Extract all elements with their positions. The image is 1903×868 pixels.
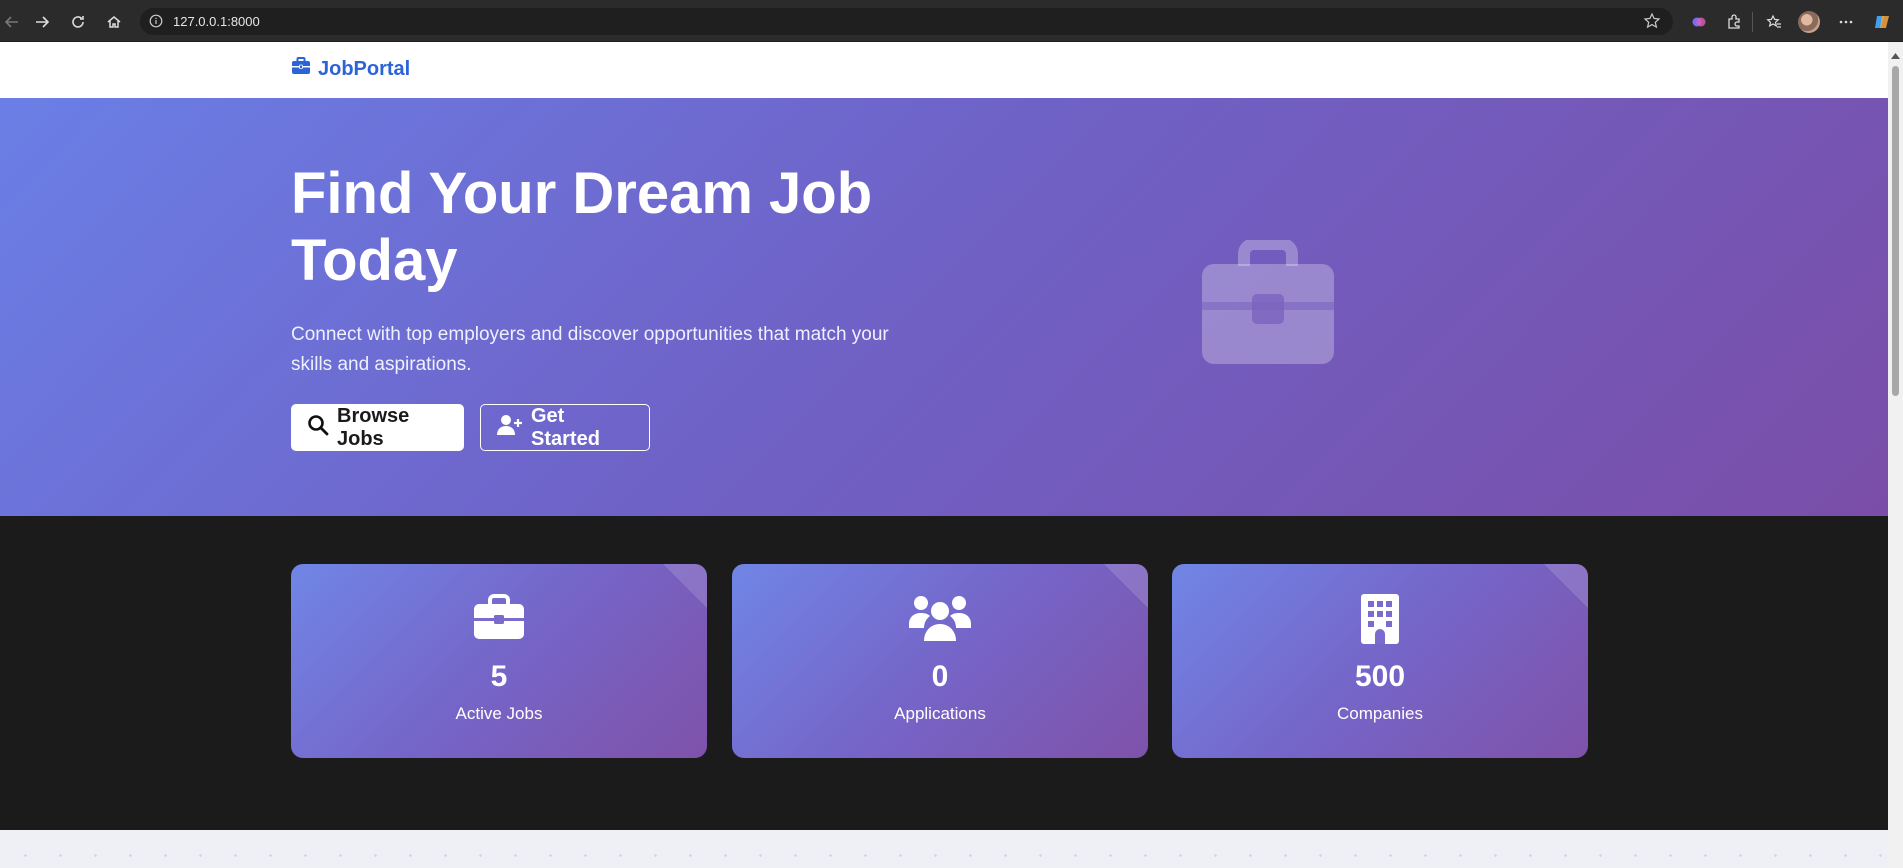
search-icon [307, 414, 329, 442]
copilot-icon[interactable] [1870, 10, 1894, 34]
forward-icon[interactable] [30, 10, 54, 34]
back-icon[interactable] [0, 10, 24, 34]
next-section-preview [0, 830, 1888, 868]
site-info-icon[interactable] [149, 14, 163, 33]
address-bar[interactable]: 127.0.0.1:8000 [140, 8, 1673, 35]
building-icon [1172, 594, 1588, 644]
hero-subtitle: Connect with top employers and discover … [291, 324, 889, 375]
home-icon[interactable] [102, 10, 126, 34]
site-navbar: JobPortal [0, 42, 1888, 98]
url-text[interactable]: 127.0.0.1:8000 [173, 14, 260, 29]
stat-value: 500 [1354, 660, 1406, 693]
toolbar-divider [1752, 12, 1753, 32]
copilot-extension-icon[interactable] [1687, 10, 1711, 34]
reload-icon[interactable] [66, 10, 90, 34]
page-scrollbar[interactable] [1888, 42, 1903, 868]
briefcase-icon [291, 57, 311, 81]
stat-value: 0 [931, 660, 949, 693]
hero-title: Find Your Dream Job Today [291, 161, 873, 293]
scrollbar-thumb[interactable] [1892, 66, 1899, 396]
browse-jobs-button[interactable]: Browse Jobs [291, 404, 464, 451]
stat-value: 5 [490, 660, 508, 693]
stats-section: 5 Active Jobs 0 Applications 500 Compani… [0, 516, 1888, 830]
get-started-button[interactable]: Get Started [480, 404, 650, 451]
brand-logo[interactable]: JobPortal [291, 57, 410, 81]
stat-card-active-jobs: 5 Active Jobs [291, 564, 707, 758]
briefcase-icon [291, 594, 707, 640]
stat-card-applications: 0 Applications [732, 564, 1148, 758]
favorites-icon[interactable] [1762, 10, 1786, 34]
favorite-star-icon[interactable] [1643, 12, 1661, 35]
get-started-label: Get Started [531, 404, 600, 450]
page-viewport: JobPortal Find Your Dream Job Today Conn… [0, 42, 1888, 868]
stat-card-companies: 500 Companies [1172, 564, 1588, 758]
users-icon [732, 594, 1148, 642]
browser-toolbar: 127.0.0.1:8000 [0, 0, 1903, 42]
browse-jobs-label: Browse Jobs [337, 404, 410, 450]
more-menu-icon[interactable] [1834, 10, 1858, 34]
profile-avatar[interactable] [1797, 10, 1821, 34]
scroll-up-icon[interactable] [1891, 46, 1900, 64]
brand-name: JobPortal [318, 57, 411, 80]
stat-label: Companies [1337, 704, 1423, 723]
stat-label: Applications [894, 704, 986, 723]
extensions-icon[interactable] [1722, 10, 1746, 34]
hero-section: Find Your Dream Job Today Connect with t… [0, 98, 1888, 516]
user-plus-icon [497, 414, 523, 442]
stat-label: Active Jobs [455, 704, 543, 723]
briefcase-icon [1202, 238, 1334, 369]
